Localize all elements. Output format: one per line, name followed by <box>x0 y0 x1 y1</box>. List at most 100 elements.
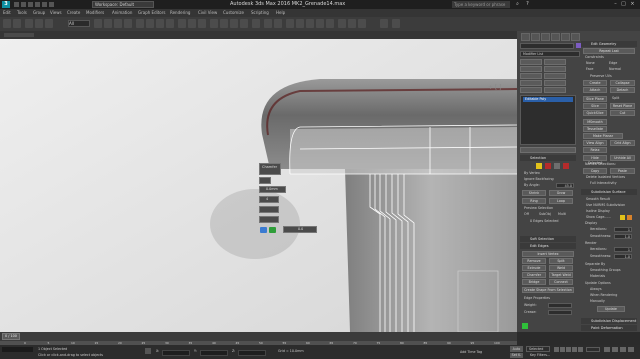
make-planar-button[interactable]: Make Planar <box>583 133 623 139</box>
constraint-face-radio[interactable]: Face <box>586 67 593 72</box>
render-setup-icon[interactable] <box>338 19 346 28</box>
caddy-amount-field[interactable]: 0.0mm <box>259 186 286 193</box>
time-slider-thumb[interactable]: 0 / 100 <box>2 333 20 340</box>
percent-snap-icon[interactable] <box>230 19 238 28</box>
isoline-display-checkbox[interactable]: Isoline Display <box>586 209 610 214</box>
minimize-button[interactable]: – <box>612 1 619 8</box>
modifier-shortcut-7[interactable] <box>520 80 542 86</box>
modifier-shortcut-9[interactable] <box>520 87 542 93</box>
subdivision-displacement-rollout-header[interactable]: Subdivision Displacement <box>581 318 637 324</box>
unlink-icon[interactable] <box>35 19 43 28</box>
graphite-toggle-icon[interactable] <box>296 19 304 28</box>
paste-button[interactable]: Paste <box>610 168 635 174</box>
extrude-button[interactable]: Extrude <box>522 265 546 271</box>
create-tab-icon[interactable] <box>521 33 530 41</box>
orbit-icon[interactable] <box>628 347 634 352</box>
next-frame-icon[interactable] <box>572 347 577 352</box>
select-and-move-icon[interactable] <box>136 19 144 28</box>
redo-icon[interactable] <box>13 19 21 28</box>
angle-snap-icon[interactable] <box>220 19 228 28</box>
slice-button[interactable]: Slice <box>583 103 607 109</box>
render-iterations-field[interactable]: 1 <box>614 247 632 252</box>
split-checkbox[interactable]: Split <box>612 96 619 101</box>
modifier-shortcut-5[interactable] <box>520 73 542 79</box>
modifier-shortcut-1[interactable] <box>520 59 542 65</box>
select-and-rotate-icon[interactable] <box>146 19 154 28</box>
cut-button[interactable]: Cut <box>610 110 635 116</box>
zoom-all-icon[interactable] <box>612 347 618 352</box>
workspace-dropdown[interactable]: Workspace: Default <box>92 1 154 8</box>
save-file-icon[interactable] <box>28 2 33 7</box>
update-button[interactable]: Update <box>597 306 625 312</box>
ignore-backfacing-checkbox[interactable]: Ignore Backfacing <box>524 177 554 182</box>
update-always-radio[interactable]: Always <box>590 287 602 292</box>
reset-plane-button[interactable]: Reset Plane <box>610 103 635 109</box>
lock-selection-icon[interactable] <box>145 348 151 354</box>
smooth-result-checkbox[interactable]: Smooth Result <box>586 197 610 202</box>
zoom-icon[interactable] <box>604 347 610 352</box>
caddy-type-dropdown[interactable] <box>259 177 271 184</box>
modifier-shortcut-10[interactable] <box>544 87 566 93</box>
selection-filter-dropdown[interactable]: All <box>68 20 90 27</box>
cage-color-swatch[interactable] <box>620 215 625 220</box>
select-manipulate-icon[interactable] <box>198 19 206 28</box>
utilities-tab-icon[interactable] <box>571 33 580 41</box>
object-name-field[interactable] <box>520 43 574 49</box>
layer-manager-icon[interactable] <box>286 19 294 28</box>
help-icon[interactable]: ? <box>524 1 531 8</box>
motion-tab-icon[interactable] <box>551 33 560 41</box>
link-icon[interactable] <box>25 19 33 28</box>
tessellate-button[interactable]: Tessellate <box>583 126 607 132</box>
weight-field[interactable] <box>548 303 572 308</box>
go-to-start-icon[interactable] <box>554 347 559 352</box>
undo-icon[interactable] <box>3 19 11 28</box>
render-production-icon[interactable] <box>358 19 366 28</box>
modifier-shortcut-4[interactable] <box>544 66 566 72</box>
by-angle-checkbox[interactable]: By Angle: <box>524 183 540 188</box>
caddy-apply-icon[interactable] <box>269 227 276 233</box>
caddy-depth-field[interactable]: 0.0 <box>283 226 317 233</box>
relax-button[interactable]: Relax <box>583 147 607 153</box>
reference-coordinate-icon[interactable] <box>178 19 186 28</box>
attach-button[interactable]: Attach <box>583 87 607 93</box>
window-crossing-icon[interactable] <box>124 19 132 28</box>
menu-create[interactable]: Create <box>67 9 80 17</box>
modifier-shortcut-8[interactable] <box>544 80 566 86</box>
display-tab-icon[interactable] <box>561 33 570 41</box>
by-vertex-checkbox[interactable]: By Vertex <box>524 171 540 176</box>
loop-button[interactable]: Loop <box>549 198 573 204</box>
full-interactivity-checkbox[interactable]: Full Interactivity <box>590 181 617 186</box>
modifier-list-dropdown[interactable]: Modifier List <box>520 51 580 57</box>
split-button[interactable]: Split <box>549 258 573 264</box>
paint-deformation-rollout-header[interactable]: Paint Deformation <box>581 325 637 331</box>
render-smoothness-field[interactable]: 1.0 <box>614 254 632 259</box>
create-button[interactable]: Create <box>583 80 607 86</box>
show-cage-checkbox[interactable]: Show Cage...... <box>586 215 611 220</box>
subdivision-surface-rollout-header[interactable]: Subdivision Surface <box>581 189 637 195</box>
rectangular-selection-icon[interactable] <box>114 19 122 28</box>
display-smoothness-field[interactable]: 1.0 <box>614 234 632 239</box>
edit-edges-rollout-header[interactable]: Edit Edges <box>520 243 576 249</box>
toolbar-extra-icon[interactable] <box>380 19 388 28</box>
unhide-all-button[interactable]: Unhide All <box>610 155 635 161</box>
slice-plane-button[interactable]: Slice Plane <box>583 96 607 102</box>
caddy-segments-field[interactable]: 4 <box>259 196 279 203</box>
modifier-shortcut-6[interactable] <box>544 73 566 79</box>
cage-selection-color-swatch[interactable] <box>627 215 632 220</box>
weld-button[interactable]: Weld <box>549 265 573 271</box>
vertex-mode-icon[interactable] <box>536 163 542 169</box>
angle-field[interactable]: 45.0 <box>556 183 574 188</box>
menu-civil-view[interactable]: Civil View <box>198 9 217 17</box>
previous-frame-icon[interactable] <box>560 347 565 352</box>
select-object-icon[interactable] <box>94 19 102 28</box>
update-when-rendering-radio[interactable]: When Rendering <box>590 293 617 298</box>
soft-selection-rollout-header[interactable]: Soft Selection <box>520 236 576 242</box>
time-slider[interactable] <box>0 332 517 341</box>
y-coordinate-field[interactable] <box>200 350 228 356</box>
rendered-frame-icon[interactable] <box>348 19 356 28</box>
toolbar-extra2-icon[interactable] <box>392 19 400 28</box>
stack-controls[interactable] <box>520 147 576 153</box>
remove-button[interactable]: Remove <box>522 258 546 264</box>
shrink-button[interactable]: Shrink <box>522 190 546 196</box>
ribbon-tab[interactable] <box>4 33 34 37</box>
